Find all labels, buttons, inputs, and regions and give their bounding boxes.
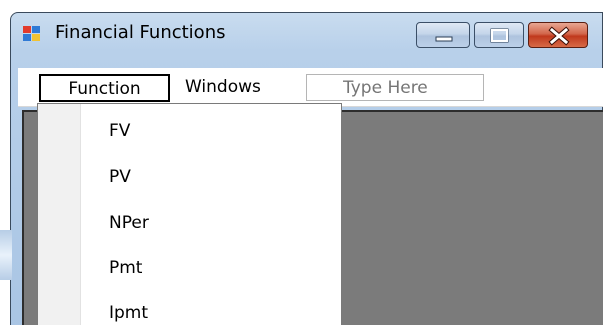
window-title: Financial Functions	[55, 22, 226, 43]
minimize-button[interactable]	[416, 22, 470, 48]
minimize-icon	[435, 36, 453, 42]
menu-bar: Function Windows	[18, 68, 603, 107]
screen: Financial Functions Function Windows FV …	[0, 0, 603, 325]
frame-edge-glow	[0, 230, 12, 280]
maximize-icon	[490, 28, 509, 43]
function-dropdown-menu: FV PV NPer Pmt Ipmt	[37, 103, 342, 325]
app-window-icon[interactable]	[22, 24, 42, 44]
menu-item-fv[interactable]: FV	[39, 111, 341, 151]
type-here-textbox[interactable]	[306, 74, 484, 101]
menu-item-nper[interactable]: NPer	[39, 203, 341, 243]
maximize-button[interactable]	[474, 22, 524, 48]
menu-item-ipmt[interactable]: Ipmt	[39, 293, 341, 325]
menu-function[interactable]: Function	[39, 74, 170, 102]
menu-item-pmt[interactable]: Pmt	[39, 248, 341, 288]
menu-windows[interactable]: Windows	[185, 74, 285, 102]
close-button[interactable]	[528, 22, 588, 48]
menu-item-pv[interactable]: PV	[39, 157, 341, 197]
close-icon	[548, 26, 570, 46]
